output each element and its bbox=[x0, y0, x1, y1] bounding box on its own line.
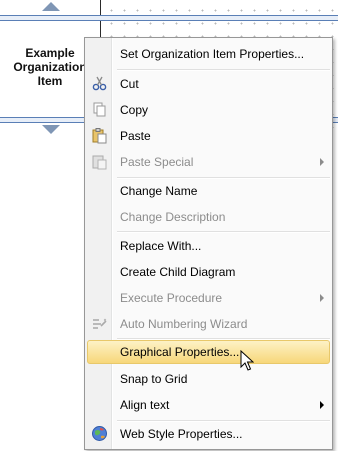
menu-item-label: Create Child Diagram bbox=[120, 265, 236, 279]
paste-special-icon bbox=[91, 153, 108, 170]
submenu-arrow-icon bbox=[320, 294, 324, 302]
context-menu: Set Organization Item Properties... Cut … bbox=[84, 37, 333, 450]
menu-item-label: Paste bbox=[120, 129, 151, 143]
menu-item-cut[interactable]: Cut bbox=[87, 72, 330, 96]
menu-separator bbox=[117, 338, 330, 340]
menu-item-execute-procedure[interactable]: Execute Procedure bbox=[87, 286, 330, 310]
paste-icon bbox=[91, 127, 108, 144]
menu-item-snap-to-grid[interactable]: Snap to Grid bbox=[87, 367, 330, 391]
scissors-icon bbox=[91, 75, 108, 92]
menu-item-label: Auto Numbering Wizard bbox=[120, 317, 248, 331]
mouse-pointer-icon bbox=[240, 349, 255, 377]
menu-separator bbox=[117, 69, 330, 71]
copy-icon bbox=[91, 101, 108, 118]
menu-item-label: Snap to Grid bbox=[120, 372, 188, 386]
menu-item-label: Cut bbox=[120, 77, 139, 91]
menu-item-copy[interactable]: Copy bbox=[87, 98, 330, 122]
menu-item-label: Web Style Properties... bbox=[120, 427, 243, 441]
menu-item-label: Align text bbox=[120, 398, 170, 412]
submenu-arrow-icon bbox=[320, 401, 324, 409]
menu-item-align-text[interactable]: Align text bbox=[87, 393, 330, 417]
menu-item-change-description[interactable]: Change Description bbox=[87, 205, 330, 229]
menu-item-set-organization-item-properties[interactable]: Set Organization Item Properties... bbox=[87, 42, 330, 66]
menu-item-paste-special[interactable]: Paste Special bbox=[87, 150, 330, 174]
menu-item-label: Change Name bbox=[120, 184, 198, 198]
menu-item-change-name[interactable]: Change Name bbox=[87, 179, 330, 203]
menu-item-replace-with[interactable]: Replace With... bbox=[87, 234, 330, 258]
menu-item-label: Graphical Properties... bbox=[120, 345, 240, 359]
web-globe-icon bbox=[91, 425, 108, 442]
menu-item-label: Copy bbox=[120, 103, 149, 117]
menu-item-label: Change Description bbox=[120, 210, 226, 224]
menu-item-auto-numbering-wizard[interactable]: Auto Numbering Wizard bbox=[87, 312, 330, 336]
menu-item-label: Execute Procedure bbox=[120, 291, 223, 305]
menu-item-label: Set Organization Item Properties... bbox=[120, 47, 305, 61]
auto-numbering-icon bbox=[91, 315, 108, 332]
menu-item-create-child-diagram[interactable]: Create Child Diagram bbox=[87, 260, 330, 284]
menu-separator bbox=[117, 177, 330, 179]
menu-item-paste[interactable]: Paste bbox=[87, 124, 330, 148]
scroll-down-arrow-icon[interactable] bbox=[42, 125, 60, 134]
menu-item-graphical-properties[interactable]: Graphical Properties... bbox=[87, 340, 330, 364]
submenu-arrow-icon bbox=[320, 158, 324, 166]
scroll-up-arrow-icon[interactable] bbox=[42, 2, 60, 11]
menu-item-label: Paste Special bbox=[120, 155, 194, 169]
menu-item-label: Replace With... bbox=[120, 239, 202, 253]
lane-border-top bbox=[0, 15, 338, 21]
menu-separator bbox=[117, 420, 330, 422]
menu-item-web-style-properties[interactable]: Web Style Properties... bbox=[87, 422, 330, 446]
menu-separator bbox=[117, 231, 330, 233]
